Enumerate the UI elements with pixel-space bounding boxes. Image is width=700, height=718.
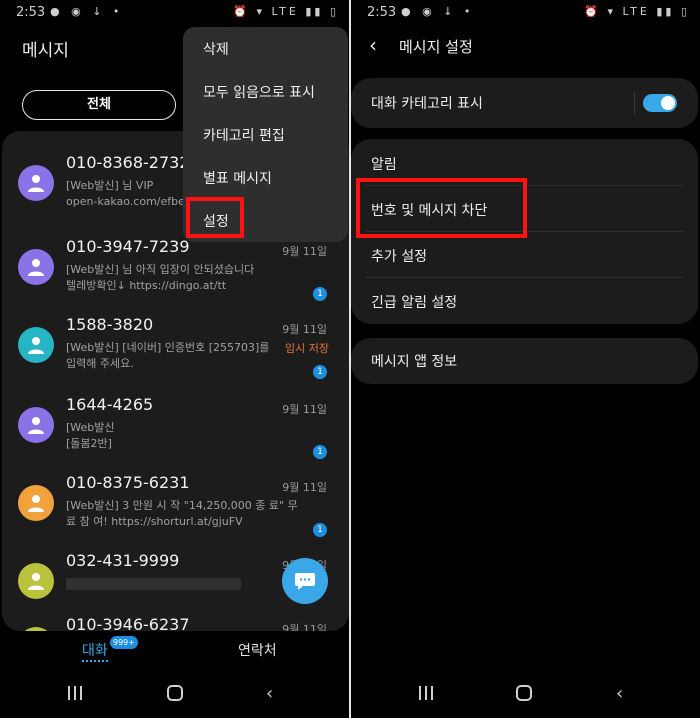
toggle-knob (661, 96, 675, 110)
tab-chats[interactable]: 대화 (82, 640, 108, 660)
conversation-preview: [Web발신] 님 아직 입장이 안되셨습니다 텔레방확인↓ https://d… (66, 263, 255, 292)
conversation-name: 010-3947-7239 (66, 237, 190, 256)
conversation-preview: [Web발신] 3 만원 시 작 "14,250,000 종 료" 무 료 참 … (66, 499, 298, 528)
conversation-preview-redacted (66, 576, 298, 592)
draft-label: 임시 저장 (285, 342, 329, 355)
page-title: 메시지 설정 (399, 38, 473, 56)
conversation-item[interactable]: 1644-4265 9월 11일 [Web발신 [돌봄2반] 1 (2, 387, 349, 467)
settings-highlight-box (186, 197, 244, 238)
recents-icon[interactable] (68, 686, 84, 700)
back-arrow-icon[interactable]: ‹ (369, 33, 377, 57)
conversation-item[interactable]: 010-8375-6231 9월 11일 [Web발신] 3 만원 시 작 "1… (2, 465, 349, 545)
system-nav-bar: ‹ (351, 676, 700, 716)
settings-item-notifications[interactable]: 알림 (371, 154, 397, 174)
contact-avatar-icon (18, 165, 54, 201)
messages-list-screen: 2:53 ● ◉ ↓ • ⏰ ▾ LTE ▮▮ ▯ 메시지 전체 010-836… (0, 0, 349, 718)
row-divider (365, 277, 684, 278)
back-icon[interactable]: ‹ (616, 683, 623, 704)
unread-badge: 1 (313, 445, 327, 459)
menu-item-starred-messages[interactable]: 별표 메시지 (203, 168, 272, 188)
contact-avatar-icon (18, 407, 54, 443)
conversation-item[interactable]: 1588-3820 9월 11일 [Web발신] [네이버] 인증번호 [255… (2, 307, 349, 387)
conversation-date: 9월 11일 (282, 245, 327, 258)
settings-item-more-settings[interactable]: 추가 설정 (371, 246, 427, 266)
conversation-name: 010-3946-6237 (66, 615, 190, 631)
conversation-preview: [Web발신 [돌봄2반] (66, 421, 115, 450)
unread-badge: 1 (313, 365, 327, 379)
notification-icons: ● ◉ ↓ • (50, 5, 124, 18)
chat-bubble-icon (295, 573, 315, 590)
conversation-name: 010-8368-2732 (66, 153, 190, 172)
contact-avatar-icon (18, 485, 54, 521)
menu-item-mark-all-read[interactable]: 모두 읽음으로 표시 (203, 82, 315, 102)
message-settings-screen: 2:53 ● ◉ ↓ • ⏰ ▾ LTE ▮▮ ▯ ‹ 메시지 설정 대화 카테… (351, 0, 700, 718)
home-icon[interactable] (167, 685, 183, 701)
category-toggle-card[interactable]: 대화 카테고리 표시 (351, 78, 698, 128)
category-toggle-label: 대화 카테고리 표시 (371, 96, 483, 112)
recents-icon[interactable] (419, 686, 435, 700)
page-title: 메시지 (22, 41, 69, 61)
filter-all-button[interactable]: 전체 (22, 90, 176, 120)
conversation-date: 9월 11일 (282, 403, 327, 416)
contact-avatar-icon (18, 327, 54, 363)
tab-contacts[interactable]: 연락처 (238, 640, 277, 660)
settings-item-emergency-alerts[interactable]: 긴급 알림 설정 (371, 292, 457, 312)
home-icon[interactable] (516, 685, 532, 701)
unread-badge: 1 (313, 287, 327, 301)
conversation-name: 1588-3820 (66, 315, 154, 334)
conversation-name: 032-431-9999 (66, 551, 180, 570)
unread-badge: 1 (313, 523, 327, 537)
system-nav-bar: ‹ (0, 676, 349, 716)
notification-icons: ● ◉ ↓ • (401, 5, 475, 18)
conversation-name: 010-8375-6231 (66, 473, 190, 492)
conversation-preview: [Web발신] [네이버] 인증번호 [255703]를 입력해 주세요. (66, 341, 270, 370)
status-bar: 2:53 ● ◉ ↓ • ⏰ ▾ LTE ▮▮ ▯ (0, 0, 349, 26)
tab-chats-indicator (82, 660, 108, 662)
menu-item-edit-categories[interactable]: 카테고리 편집 (203, 125, 285, 145)
status-time: 2:53 (367, 5, 397, 20)
block-highlight-box (356, 178, 527, 238)
network-label: LTE (622, 5, 650, 18)
chats-count-badge: 999+ (110, 636, 138, 649)
conversation-date: 9월 11일 (282, 481, 327, 494)
status-bar: 2:53 ● ◉ ↓ • ⏰ ▾ LTE ▮▮ ▯ (351, 0, 700, 26)
menu-item-delete[interactable]: 삭제 (203, 39, 229, 59)
contact-avatar-icon (18, 563, 54, 599)
status-time: 2:53 (16, 5, 46, 20)
conversation-item[interactable]: 010-3946-6237 9월 11일 (2, 607, 349, 631)
back-icon[interactable]: ‹ (266, 683, 273, 704)
about-card[interactable]: 메시지 앱 정보 (351, 338, 698, 384)
category-toggle-switch[interactable] (643, 94, 677, 112)
toggle-separator (634, 92, 635, 114)
new-message-button[interactable] (282, 558, 328, 604)
system-icons: ⏰ ▾ LTE ▮▮ ▯ (233, 5, 339, 18)
network-label: LTE (271, 5, 299, 18)
contact-avatar-icon (18, 249, 54, 285)
bottom-tab-bar: 대화 999+ 연락처 (0, 630, 349, 670)
system-icons: ⏰ ▾ LTE ▮▮ ▯ (584, 5, 690, 18)
conversation-name: 1644-4265 (66, 395, 154, 414)
settings-item-about[interactable]: 메시지 앱 정보 (371, 351, 457, 371)
conversation-date: 9월 11일 (282, 323, 327, 336)
